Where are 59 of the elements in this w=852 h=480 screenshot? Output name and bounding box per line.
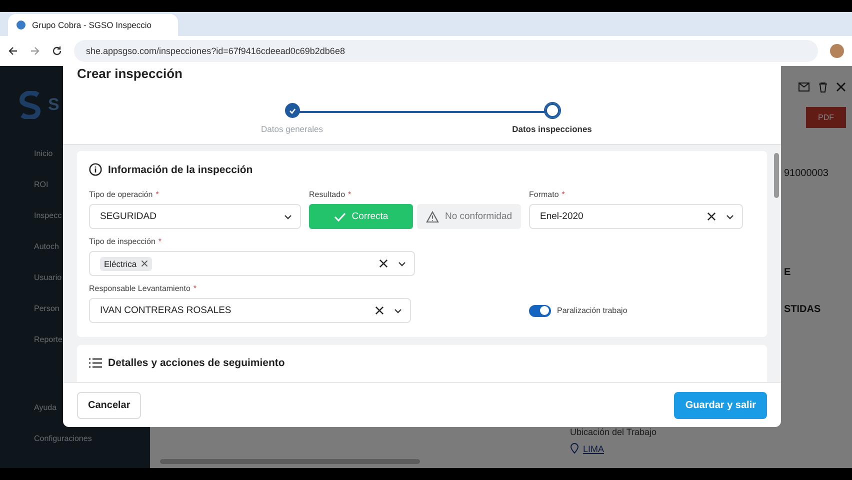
trash-icon[interactable] bbox=[818, 82, 828, 93]
clear-icon[interactable] bbox=[375, 306, 384, 315]
profile-avatar-icon[interactable] bbox=[830, 44, 844, 58]
clear-icon[interactable] bbox=[379, 259, 388, 268]
section-title: Información de la inspección bbox=[108, 164, 253, 176]
reload-icon[interactable] bbox=[52, 46, 62, 56]
step-label: Datos inspecciones bbox=[512, 124, 592, 134]
cancel-button[interactable]: Cancelar bbox=[77, 392, 142, 418]
location-label: Ubicación del Trabajo bbox=[570, 427, 658, 437]
forward-icon[interactable] bbox=[30, 46, 40, 56]
address-bar[interactable]: she.appsgso.com/inspecciones?id=67f9416cdeead0c69b2db6e8 bbox=[74, 40, 818, 62]
section-title: Detalles y acciones de seguimiento bbox=[108, 357, 285, 369]
toggle-switch[interactable] bbox=[529, 304, 551, 316]
logo-icon bbox=[18, 91, 42, 119]
back-icon[interactable] bbox=[8, 46, 18, 56]
code-text: 91000003 bbox=[784, 168, 830, 179]
result-option[interactable]: No conformidad bbox=[417, 204, 521, 229]
tag-chip[interactable]: Eléctrica bbox=[100, 256, 152, 270]
pdf-button[interactable]: PDF bbox=[806, 107, 846, 128]
location-pin-icon bbox=[570, 443, 579, 454]
step-indicator[interactable] bbox=[544, 103, 560, 118]
field-label: Tipo de inspección bbox=[89, 237, 156, 247]
select-field[interactable]: IVAN CONTRERAS ROSALES bbox=[89, 298, 411, 323]
chevron-down-icon[interactable] bbox=[284, 212, 292, 220]
list-icon bbox=[89, 358, 102, 368]
required-mark: * bbox=[348, 190, 352, 200]
info-icon bbox=[89, 163, 102, 176]
field-label: Formato bbox=[529, 190, 559, 200]
field-label: Tipo de operación bbox=[89, 190, 153, 200]
required-mark: * bbox=[156, 190, 159, 200]
field-label: Responsable Levantamiento bbox=[89, 284, 190, 294]
save-button[interactable]: Guardar y salir bbox=[674, 392, 767, 418]
required-mark: * bbox=[562, 190, 565, 200]
site-icon bbox=[16, 20, 26, 30]
sidebar-item[interactable]: Configuraciones bbox=[18, 423, 132, 454]
select-field[interactable]: SEGURIDAD bbox=[89, 204, 301, 229]
info-text: E bbox=[784, 267, 792, 278]
result-option[interactable]: Correcta bbox=[309, 204, 413, 229]
required-mark: * bbox=[158, 237, 162, 247]
select-field[interactable]: Enel-2020 bbox=[529, 204, 743, 229]
chevron-down-icon[interactable] bbox=[394, 306, 402, 314]
remove-icon[interactable] bbox=[140, 260, 148, 267]
mail-icon[interactable] bbox=[798, 82, 810, 92]
browser-tab[interactable]: Grupo Cobra - SGSO Inspeccio bbox=[8, 14, 178, 36]
info-text: STIDAS bbox=[784, 304, 822, 315]
chevron-down-icon[interactable] bbox=[398, 260, 406, 268]
dialog-title: Crear inspección bbox=[76, 66, 184, 82]
step-indicator[interactable] bbox=[284, 103, 300, 118]
check-icon bbox=[334, 212, 346, 222]
required-mark: * bbox=[193, 284, 197, 294]
logo-text: S bbox=[48, 95, 60, 115]
step-label: Datos generales bbox=[261, 124, 323, 134]
field-label: Resultado bbox=[309, 190, 346, 200]
multi-select-field[interactable]: Eléctrica bbox=[89, 251, 415, 276]
toggle-label: Paralización trabajo bbox=[557, 306, 628, 315]
location-link[interactable]: LIMA bbox=[570, 443, 846, 454]
warning-icon bbox=[426, 210, 439, 222]
clear-icon[interactable] bbox=[707, 212, 716, 221]
chevron-down-icon[interactable] bbox=[726, 212, 734, 220]
